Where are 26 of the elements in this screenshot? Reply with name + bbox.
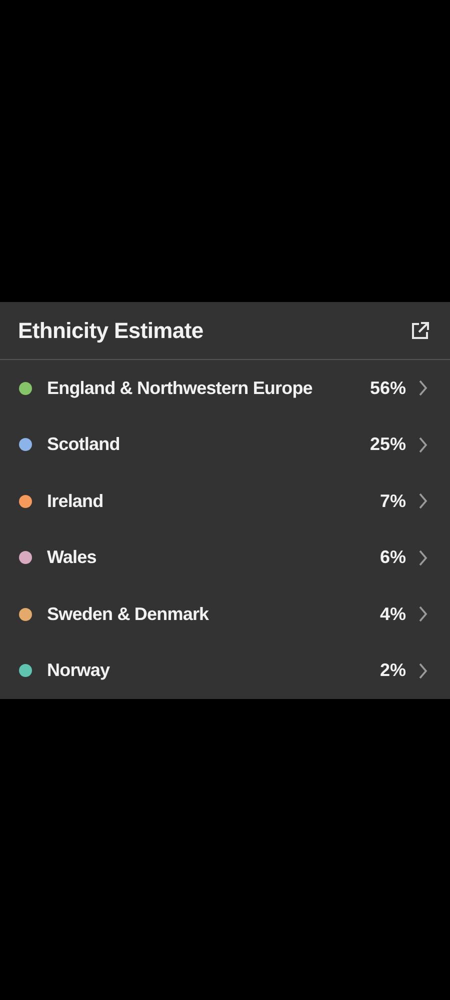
region-row[interactable]: Ireland 7% [0, 473, 450, 530]
external-link-icon[interactable] [410, 320, 430, 340]
chevron-right-icon [418, 492, 428, 510]
region-name: Sweden & Denmark [47, 604, 210, 625]
region-row[interactable]: Sweden & Denmark 4% [0, 586, 450, 642]
region-row[interactable]: England & Northwestern Europe 56% [0, 360, 450, 416]
chevron-right-icon [418, 379, 428, 398]
region-percent: 2% [380, 660, 406, 682]
region-name: Wales [47, 547, 98, 568]
chevron-right-icon [418, 548, 428, 567]
card-title: Ethnicity Estimate [18, 318, 204, 344]
region-row[interactable]: Wales 6% [0, 530, 450, 586]
region-row[interactable]: Norway 2% [0, 642, 450, 699]
region-name: Norway [47, 660, 111, 682]
chevron-right-icon [418, 605, 428, 624]
chevron-right-icon [418, 662, 428, 680]
region-name: Ireland [47, 490, 104, 512]
region-percent: 7% [380, 490, 406, 512]
region-percent: 25% [370, 434, 406, 456]
region-name: Scotland [47, 434, 121, 456]
region-percent: 6% [380, 547, 406, 568]
region-percent: 4% [380, 604, 406, 625]
region-name: England & Northwestern Europe [47, 378, 314, 399]
region-percent: 56% [370, 378, 406, 399]
region-row[interactable]: Scotland 25% [0, 416, 450, 473]
chevron-right-icon [418, 436, 428, 454]
